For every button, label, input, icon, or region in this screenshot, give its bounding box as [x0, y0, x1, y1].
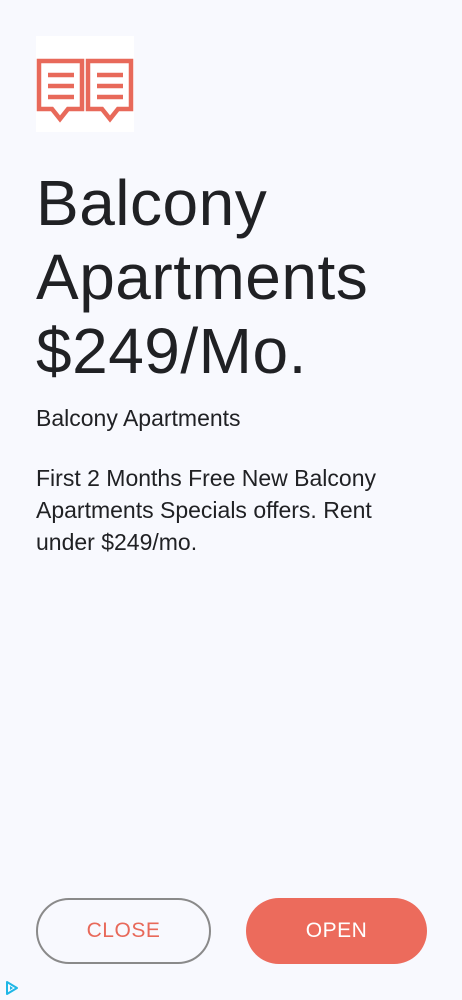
open-book-icon: [36, 36, 134, 132]
ad-headline: Balcony Apartments $249/Mo.: [36, 166, 436, 388]
open-button[interactable]: OPEN: [246, 898, 427, 964]
headline-line: Apartments: [36, 241, 369, 313]
adchoices-play-icon[interactable]: [2, 978, 22, 998]
ad-screen: Balcony Apartments $249/Mo. Balcony Apar…: [0, 0, 462, 1000]
headline-line: Balcony: [36, 167, 268, 239]
ad-body-text: First 2 Months Free New Balcony Apartmen…: [36, 465, 377, 555]
open-button-label: OPEN: [305, 919, 368, 942]
headline-line: $249/Mo.: [36, 315, 307, 387]
close-button-label: CLOSE: [86, 919, 161, 942]
advertiser-name: Balcony Apartments: [36, 405, 241, 431]
close-button[interactable]: CLOSE: [36, 898, 211, 964]
